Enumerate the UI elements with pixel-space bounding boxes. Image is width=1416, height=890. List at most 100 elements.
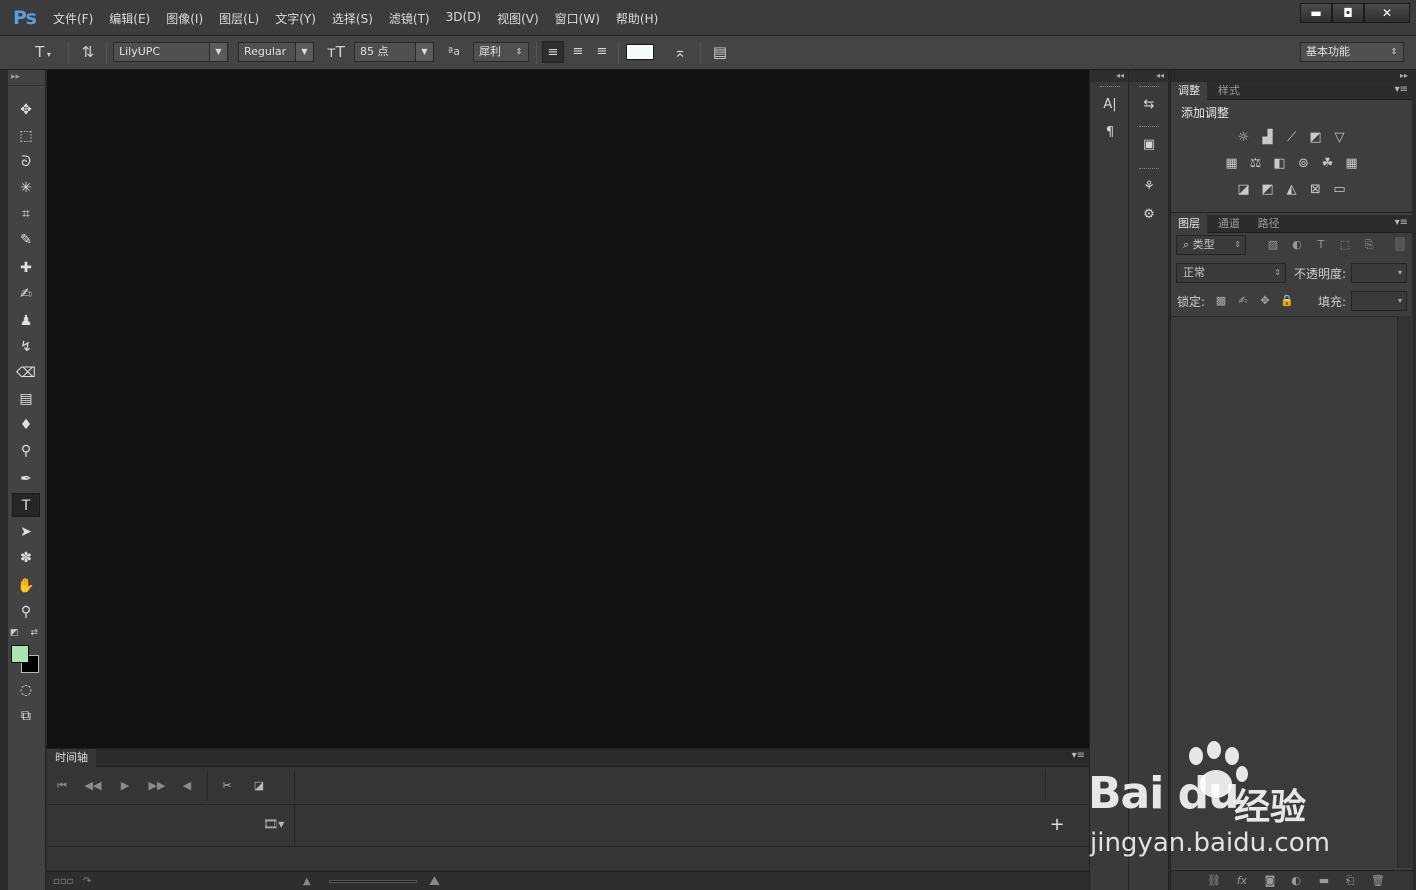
lasso-tool[interactable]: ᘐ xyxy=(12,150,40,174)
panel-collapse-arrow[interactable]: ▸▸ xyxy=(1171,70,1412,82)
tool-presets-panel-button[interactable]: ⚙ xyxy=(1137,204,1161,226)
toggle-text-orientation-icon[interactable]: ⇅ xyxy=(76,42,100,62)
properties-panel-button[interactable]: ▣ xyxy=(1137,134,1161,156)
blur-tool[interactable]: ♦ xyxy=(12,413,40,437)
menu-window[interactable]: 窗口(W) xyxy=(547,10,608,27)
menu-edit[interactable]: 编辑(E) xyxy=(101,10,158,27)
antialias-select[interactable]: 犀利 ⇕ xyxy=(473,42,529,62)
levels-icon[interactable]: ▟ xyxy=(1257,129,1279,147)
hand-tool[interactable]: ✋ xyxy=(12,574,40,598)
play-button[interactable]: ▶ xyxy=(115,776,135,796)
pen-tool[interactable]: ✒ xyxy=(12,467,40,491)
previous-frame-button[interactable]: ◀◀ xyxy=(83,776,103,796)
selective-color-icon[interactable]: ⊠ xyxy=(1305,181,1327,199)
layers-scrollbar[interactable] xyxy=(1397,316,1413,868)
type-tool[interactable]: T xyxy=(12,493,40,517)
lock-image-pixels-icon[interactable]: ✍ xyxy=(1235,293,1251,309)
filter-smart-object-icon[interactable]: ⎘ xyxy=(1361,237,1377,253)
add-media-button[interactable]: + xyxy=(1047,815,1067,835)
history-panel-button[interactable]: ⇆ xyxy=(1137,94,1161,116)
go-to-first-frame-button[interactable]: ⏮ xyxy=(52,776,72,796)
zoom-tool[interactable]: ⚲ xyxy=(12,600,40,624)
audio-button[interactable]: ◀ xyxy=(177,776,197,796)
panel-menu-icon[interactable]: ▾≡ xyxy=(1072,750,1085,761)
eyedropper-tool[interactable]: ✎ xyxy=(12,228,40,252)
black-white-icon[interactable]: ◧ xyxy=(1269,155,1291,173)
tool-preset-picker[interactable]: T ▾ xyxy=(26,42,60,62)
swap-default-colors[interactable]: ◩ ⇄ xyxy=(10,628,42,640)
brush-tool[interactable]: ✍ xyxy=(12,282,40,306)
brush-presets-panel-button[interactable]: ⚘ xyxy=(1137,176,1161,198)
custom-shape-tool[interactable]: ✽ xyxy=(12,546,40,570)
tab-adjustments[interactable]: 调整 xyxy=(1171,82,1207,100)
path-selection-tool[interactable]: ➤ xyxy=(12,520,40,544)
filter-shape-icon[interactable]: ⬚ xyxy=(1337,237,1353,253)
dock-expand-arrow[interactable]: ◂◂ xyxy=(1090,70,1128,82)
menu-type[interactable]: 文字(Y) xyxy=(267,10,324,27)
menu-image[interactable]: 图像(I) xyxy=(158,10,211,27)
tab-channels[interactable]: 通道 xyxy=(1211,215,1247,233)
warp-text-icon[interactable]: ⌅ xyxy=(668,42,692,62)
eraser-tool[interactable]: ⌫ xyxy=(12,361,40,385)
quick-mask-button[interactable]: ◌ xyxy=(12,678,40,702)
menu-filter[interactable]: 滤镜(T) xyxy=(381,10,438,27)
zoom-out-icon[interactable]: ▲ xyxy=(303,874,311,890)
filter-adjustment-icon[interactable]: ◐ xyxy=(1289,237,1305,253)
font-style-select[interactable]: Regular ▼ xyxy=(238,42,314,62)
layer-style-icon[interactable]: fx xyxy=(1233,873,1251,889)
toolbox-collapse-grip[interactable]: ▸▸ xyxy=(8,70,45,86)
move-tool[interactable]: ✥ xyxy=(12,98,40,122)
new-layer-icon[interactable]: ⎗ xyxy=(1341,873,1359,889)
layer-filter-type-select[interactable]: ⌕ 类型 ⇕ xyxy=(1176,235,1246,255)
minimize-button[interactable]: ▬ xyxy=(1300,3,1332,23)
dodge-tool[interactable]: ⚲ xyxy=(12,439,40,463)
new-group-icon[interactable]: ▬ xyxy=(1315,873,1333,889)
menu-3d[interactable]: 3D(D) xyxy=(438,10,489,27)
tab-styles[interactable]: 样式 xyxy=(1211,82,1247,100)
next-frame-button[interactable]: ▶▶ xyxy=(147,776,167,796)
marquee-tool[interactable]: ⬚ xyxy=(12,124,40,148)
align-center-button[interactable]: ≡ xyxy=(567,41,589,63)
foreground-color-swatch[interactable] xyxy=(11,645,29,663)
close-button[interactable]: ✕ xyxy=(1364,3,1410,23)
menu-layer[interactable]: 图层(L) xyxy=(211,10,267,27)
film-strip-icon[interactable]: 🎞▾ xyxy=(263,817,285,833)
render-video-icon[interactable]: ↷ xyxy=(83,874,91,890)
lock-transparent-pixels-icon[interactable]: ▩ xyxy=(1213,293,1229,309)
clone-stamp-tool[interactable]: ♟ xyxy=(12,309,40,333)
channel-mixer-icon[interactable]: ☘ xyxy=(1317,155,1339,173)
text-color-swatch[interactable] xyxy=(626,44,654,60)
posterize-icon[interactable]: ◩ xyxy=(1257,181,1279,199)
lock-position-icon[interactable]: ✥ xyxy=(1257,293,1273,309)
brightness-contrast-icon[interactable]: ☼ xyxy=(1233,129,1255,147)
invert-icon[interactable]: ◪ xyxy=(1233,181,1255,199)
filter-pixel-icon[interactable]: ▨ xyxy=(1265,237,1281,253)
screen-mode-button[interactable]: ⧉ xyxy=(12,704,40,728)
menu-file[interactable]: 文件(F) xyxy=(45,10,101,27)
character-panel-button[interactable]: A| xyxy=(1098,94,1122,116)
exposure-icon[interactable]: ◩ xyxy=(1305,129,1327,147)
opacity-input[interactable]: ▾ xyxy=(1351,263,1407,283)
vibrance-icon[interactable]: ▽ xyxy=(1329,129,1351,147)
magic-wand-tool[interactable]: ✳ xyxy=(12,176,40,200)
filter-type-icon[interactable]: T xyxy=(1313,237,1329,253)
menu-help[interactable]: 帮助(H) xyxy=(608,10,666,27)
fill-input[interactable]: ▾ xyxy=(1351,291,1407,311)
lock-all-icon[interactable]: 🔒 xyxy=(1279,293,1295,309)
threshold-icon[interactable]: ◭ xyxy=(1281,181,1303,199)
layers-list[interactable] xyxy=(1171,316,1397,868)
color-balance-icon[interactable]: ⚖ xyxy=(1245,155,1267,173)
timeline-zoom-slider[interactable] xyxy=(329,880,417,883)
curves-icon[interactable]: ⟋ xyxy=(1281,129,1303,147)
character-panel-toggle-icon[interactable]: ▤ xyxy=(708,42,732,62)
font-family-select[interactable]: LilyUPC ▼ xyxy=(113,42,228,62)
paragraph-panel-button[interactable]: ¶ xyxy=(1098,122,1122,144)
history-brush-tool[interactable]: ↯ xyxy=(12,335,40,359)
gradient-map-icon[interactable]: ▭ xyxy=(1329,181,1351,199)
panel-menu-icon[interactable]: ▾≡ xyxy=(1395,217,1408,228)
menu-select[interactable]: 选择(S) xyxy=(324,10,381,27)
font-size-select[interactable]: 85 点 ▼ xyxy=(354,42,434,62)
gradient-tool[interactable]: ▤ xyxy=(12,387,40,411)
hue-saturation-icon[interactable]: ▦ xyxy=(1221,155,1243,173)
tab-timeline[interactable]: 时间轴 xyxy=(47,749,96,767)
